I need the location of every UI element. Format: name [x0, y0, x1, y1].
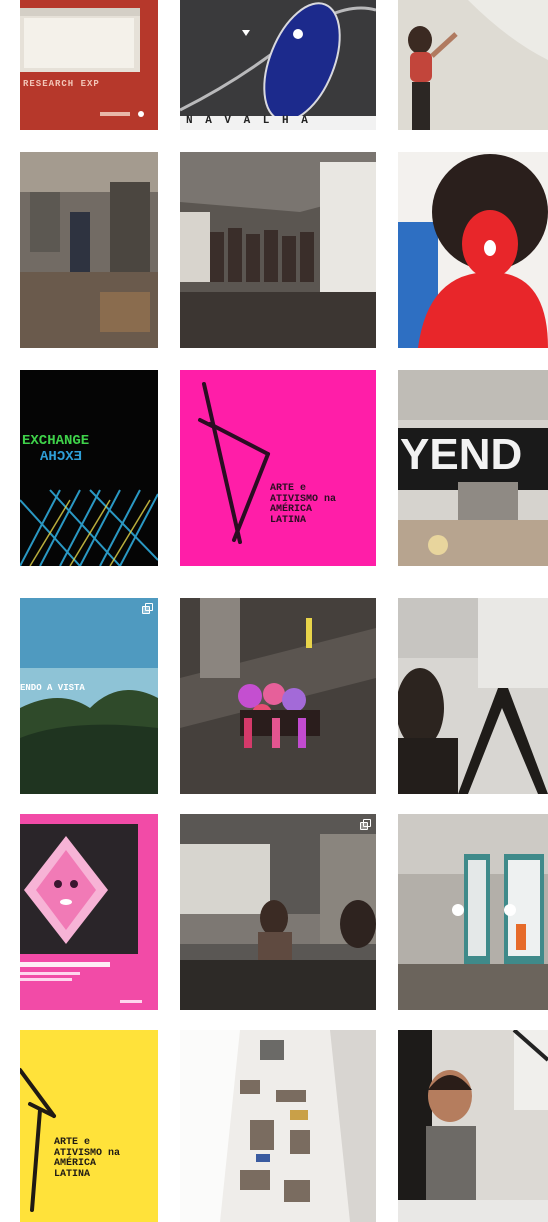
photo-tile-r4c3[interactable] [398, 598, 548, 794]
tile-image [398, 0, 548, 130]
tile-overlay-text: RESEARCH EXP [23, 79, 100, 89]
tile-image [180, 598, 376, 794]
tile-image [20, 1068, 56, 1212]
overlay-line: AMÉRICA [270, 504, 313, 515]
photo-tile-r3c2[interactable]: ARTE e ATIVISMO na AMÉRICA LATINA [180, 370, 376, 566]
photo-tile-r3c1[interactable]: EXCHANGE EXCHA [20, 370, 158, 566]
photo-tile-r6c1[interactable]: ARTE e ATIVISMO na AMÉRICA LATINA [20, 1030, 158, 1222]
overlay-line: LATINA [54, 1168, 91, 1180]
tile-image [180, 814, 376, 1010]
tile-overlay-text: ARTE e ATIVISMO na AMÉRICA LATINA [270, 483, 336, 526]
photo-tile-r1c1[interactable]: RESEARCH EXP [20, 0, 158, 130]
tile-image [20, 598, 158, 794]
photo-tile-r6c3[interactable] [398, 1030, 548, 1222]
photo-tile-r4c1[interactable]: ENDO A VISTA [20, 598, 158, 794]
tile-image [398, 814, 548, 1010]
tile-image [198, 382, 270, 544]
overlay-line: AMÉRICA [54, 1158, 97, 1169]
tile-image [180, 2, 376, 130]
overlay-line: ARTE e [54, 1137, 91, 1148]
overlay-line: LATINA [270, 514, 307, 526]
photo-tile-r4c2[interactable] [180, 598, 376, 794]
tile-image [398, 1030, 548, 1222]
tile-image [20, 8, 144, 117]
tile-overlay-text: EXCHANGE [22, 433, 90, 449]
photo-tile-r2c1[interactable] [20, 152, 158, 348]
multiple-photos-icon [360, 819, 371, 830]
tile-image [398, 598, 548, 794]
tile-image [20, 152, 158, 348]
tile-image [20, 814, 158, 1010]
photo-tile-r1c2[interactable]: N A V A L H A [180, 0, 376, 130]
tile-overlay-text: N A V A L H A [186, 115, 311, 127]
tile-overlay-text: YEND [400, 430, 523, 479]
overlay-line: ARTE e [270, 483, 307, 494]
tile-overlay-text: ENDO A VISTA [20, 683, 85, 693]
photo-tile-r5c1[interactable] [20, 814, 158, 1010]
tile-image [180, 1030, 376, 1222]
photo-tile-r5c2[interactable] [180, 814, 376, 1010]
photo-tile-r2c3[interactable] [398, 152, 548, 348]
photo-tile-r5c3[interactable] [398, 814, 548, 1010]
photo-tile-r2c2[interactable] [180, 152, 376, 348]
photo-tile-r6c2[interactable] [180, 1030, 376, 1222]
photo-tile-r3c3[interactable]: YEND [398, 370, 548, 566]
tile-image [180, 152, 376, 348]
tile-overlay-text: ARTE e ATIVISMO na AMÉRICA LATINA [54, 1137, 120, 1180]
multiple-photos-icon [142, 603, 153, 614]
tile-overlay-text-mirrored: EXCHA [39, 449, 82, 465]
tile-image [398, 152, 548, 348]
photo-tile-r1c3[interactable] [398, 0, 548, 130]
tile-image [20, 370, 158, 566]
